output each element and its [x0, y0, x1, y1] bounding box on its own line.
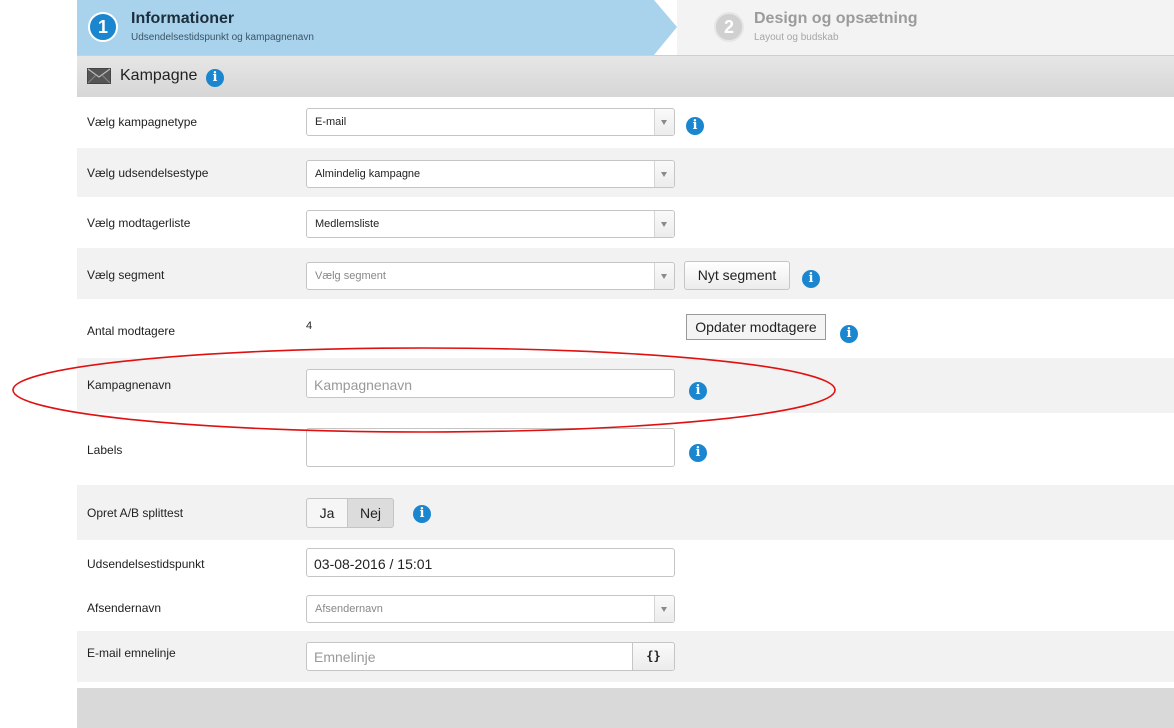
- segment-placeholder: Vælg segment: [315, 270, 386, 282]
- send-type-value: Almindelig kampagne: [315, 168, 421, 180]
- subject-placeholder: Emnelinje: [314, 649, 376, 665]
- ab-split-label: Opret A/B splittest: [87, 506, 184, 520]
- ab-split-yes-button[interactable]: Ja: [306, 498, 348, 528]
- chevron-down-icon[interactable]: [654, 263, 674, 289]
- update-recipients-button[interactable]: Opdater modtagere: [686, 314, 826, 340]
- recipient-list-label: Vælg modtagerliste: [87, 216, 191, 230]
- send-time-value: 03-08-2016 / 15:01: [314, 556, 433, 572]
- row-recipient-count: Antal modtagere 4 Opdater modtagere i: [77, 300, 1174, 358]
- recipient-count-value: 4: [306, 320, 313, 332]
- row-campaign-type: Vælg kampagnetype E-mail i: [77, 97, 1174, 148]
- row-ab-split: Opret A/B splittest Ja Nej i: [77, 485, 1174, 541]
- info-icon[interactable]: i: [206, 69, 224, 87]
- info-icon[interactable]: i: [689, 382, 707, 400]
- step-1-number: 1: [88, 12, 118, 42]
- campaign-type-select[interactable]: E-mail: [306, 108, 675, 136]
- row-campaign-name: Kampagnenavn Kampagnenavn i: [77, 358, 1174, 414]
- sender-name-placeholder: Afsendernavn: [315, 603, 383, 615]
- step-2-subtitle: Layout og budskab: [754, 32, 839, 43]
- subject-input[interactable]: Emnelinje {}: [306, 642, 675, 671]
- ab-split-no-button[interactable]: Nej: [347, 498, 394, 528]
- wizard-steps: 1 Informationer Udsendelsestidspunkt og …: [77, 0, 1174, 55]
- labels-input[interactable]: [306, 428, 675, 467]
- labels-label: Labels: [87, 443, 123, 457]
- campaign-form: Vælg kampagnetype E-mail i Vælg udsendel…: [77, 97, 1174, 683]
- section-header: Kampagne i: [77, 55, 1174, 97]
- merge-tags-button[interactable]: {}: [632, 643, 674, 670]
- row-labels: Labels i: [77, 414, 1174, 485]
- step-2-title[interactable]: Design og opsætning: [754, 10, 918, 28]
- send-time-input[interactable]: 03-08-2016 / 15:01: [306, 548, 675, 577]
- sender-name-label: Afsendernavn: [87, 601, 162, 615]
- info-icon[interactable]: i: [413, 505, 431, 523]
- recipient-count-label: Antal modtagere: [87, 324, 176, 338]
- recipient-list-value: Medlemsliste: [315, 218, 380, 230]
- info-icon[interactable]: i: [802, 270, 820, 288]
- row-send-time: Udsendelsestidspunkt 03-08-2016 / 15:01: [77, 541, 1174, 591]
- campaign-type-value: E-mail: [315, 116, 347, 128]
- footer-bar: [77, 688, 1174, 728]
- chevron-down-icon[interactable]: [654, 161, 674, 187]
- send-time-label: Udsendelsestidspunkt: [87, 557, 205, 571]
- campaign-name-label: Kampagnenavn: [87, 378, 172, 392]
- info-icon[interactable]: i: [686, 117, 704, 135]
- row-sender-name: Afsendernavn Afsendernavn: [77, 591, 1174, 625]
- chevron-down-icon[interactable]: [654, 109, 674, 135]
- campaign-type-label: Vælg kampagnetype: [87, 115, 198, 129]
- step-1-subtitle: Udsendelsestidspunkt og kampagnenavn: [131, 32, 314, 43]
- new-segment-button[interactable]: Nyt segment: [684, 261, 790, 290]
- chevron-down-icon[interactable]: [654, 596, 674, 622]
- row-subject: E-mail emnelinje Emnelinje {}: [77, 631, 1174, 683]
- ab-split-toggle[interactable]: Ja Nej: [306, 498, 394, 528]
- segment-label: Vælg segment: [87, 268, 165, 282]
- section-title: Kampagne: [120, 67, 198, 84]
- wizard-step-2-bg[interactable]: [677, 0, 1174, 55]
- send-type-select[interactable]: Almindelig kampagne: [306, 160, 675, 188]
- sender-name-select[interactable]: Afsendernavn: [306, 595, 675, 623]
- step-2-number: 2: [714, 12, 744, 42]
- subject-label: E-mail emnelinje: [87, 646, 176, 660]
- info-icon[interactable]: i: [840, 325, 858, 343]
- chevron-down-icon[interactable]: [654, 211, 674, 237]
- info-icon[interactable]: i: [689, 444, 707, 462]
- step-1-title[interactable]: Informationer: [131, 10, 234, 28]
- row-send-type: Vælg udsendelsestype Almindelig kampagne: [77, 148, 1174, 198]
- segment-select[interactable]: Vælg segment: [306, 262, 675, 290]
- campaign-name-placeholder: Kampagnenavn: [314, 377, 413, 393]
- row-segment: Vælg segment Vælg segment Nyt segment i: [77, 248, 1174, 300]
- campaign-name-input[interactable]: Kampagnenavn: [306, 369, 675, 398]
- envelope-icon: [87, 68, 111, 84]
- send-type-label: Vælg udsendelsestype: [87, 166, 209, 180]
- row-recipient-list: Vælg modtagerliste Medlemsliste: [77, 198, 1174, 248]
- recipient-list-select[interactable]: Medlemsliste: [306, 210, 675, 238]
